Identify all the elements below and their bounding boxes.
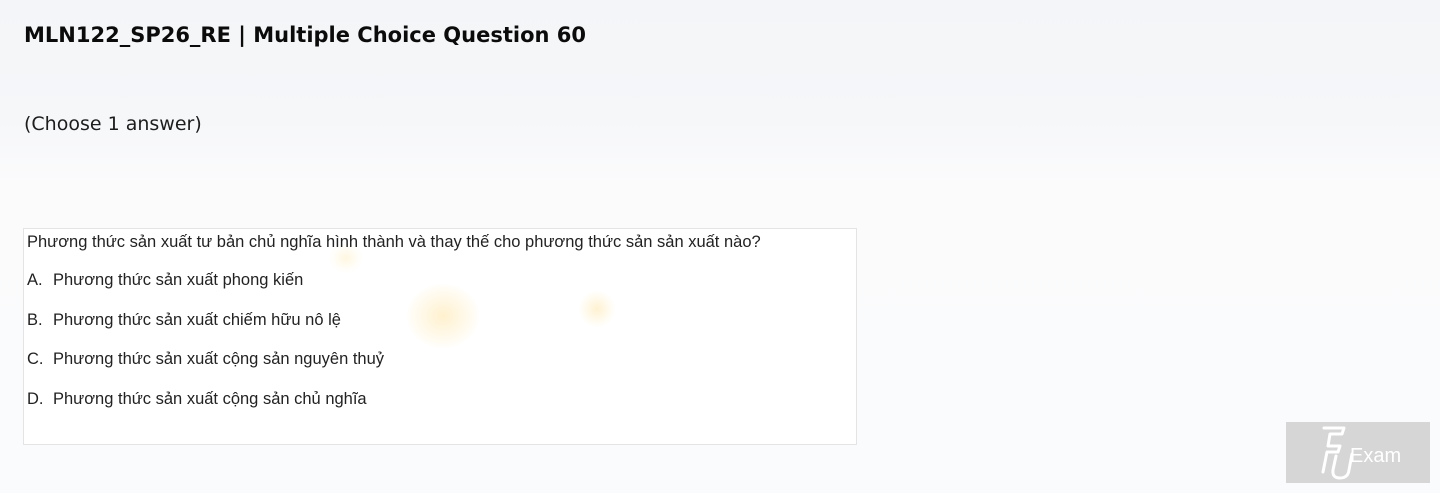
question-card: Phương thức sản xuất tư bản chủ nghĩa hì… <box>23 228 857 445</box>
answer-option-b[interactable]: B. Phương thức sản xuất chiếm hữu nô lệ <box>27 309 341 331</box>
watermark-icon <box>579 291 615 327</box>
answer-option-c[interactable]: C. Phương thức sản xuất cộng sản nguyên t… <box>27 348 384 370</box>
option-letter: A. <box>27 271 43 289</box>
option-text: Phương thức sản xuất cộng sản nguyên thu… <box>53 350 385 368</box>
answer-option-a[interactable]: A. Phương thức sản xuất phong kiến <box>27 269 303 291</box>
fu-exam-logo-icon: Exam <box>1321 426 1401 480</box>
option-text: Phương thức sản xuất chiếm hữu nô lệ <box>53 311 341 329</box>
page-title: MLN122_SP26_RE | Multiple Choice Questio… <box>24 23 586 47</box>
watermark-icon <box>407 284 479 348</box>
question-header: MLN122_SP26_RE | Multiple Choice Questio… <box>24 0 1404 193</box>
option-letter: C. <box>27 350 44 368</box>
logo-text: Exam <box>1350 445 1401 467</box>
fu-exam-logo: Exam <box>1286 422 1430 483</box>
option-letter: B. <box>27 311 43 329</box>
answer-option-d[interactable]: D. Phương thức sản xuất cộng sản chủ nghĩ… <box>27 388 367 410</box>
option-text: Phương thức sản xuất cộng sản chủ nghĩa <box>53 390 367 408</box>
question-text: Phương thức sản xuất tư bản chủ nghĩa hì… <box>27 233 761 251</box>
answer-instruction: (Choose 1 answer) <box>24 113 202 135</box>
option-text: Phương thức sản xuất phong kiến <box>53 271 304 289</box>
option-letter: D. <box>27 390 44 408</box>
